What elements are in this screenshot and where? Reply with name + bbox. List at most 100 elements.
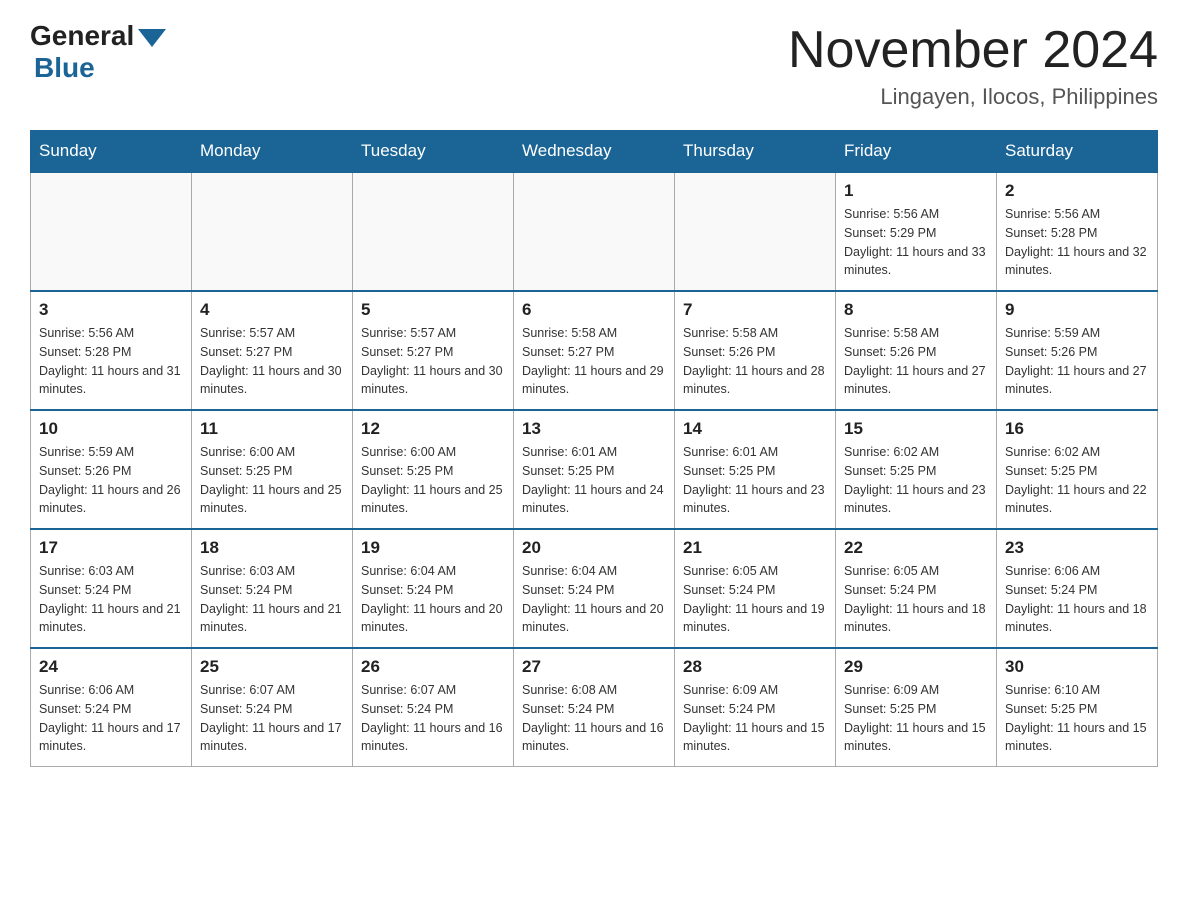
logo-arrow-icon — [138, 29, 166, 47]
calendar-cell — [353, 172, 514, 291]
calendar-cell — [675, 172, 836, 291]
day-info: Sunrise: 6:07 AMSunset: 5:24 PMDaylight:… — [361, 681, 505, 756]
calendar-cell: 23 Sunrise: 6:06 AMSunset: 5:24 PMDayligh… — [997, 529, 1158, 648]
day-info: Sunrise: 6:03 AMSunset: 5:24 PMDaylight:… — [200, 562, 344, 637]
day-number: 28 — [683, 657, 827, 677]
calendar-cell: 29Sunrise: 6:09 AMSunset: 5:25 PMDayligh… — [836, 648, 997, 767]
day-info: Sunrise: 6:00 AMSunset: 5:25 PMDaylight:… — [200, 443, 344, 518]
calendar-cell: 25Sunrise: 6:07 AMSunset: 5:24 PMDayligh… — [192, 648, 353, 767]
day-number: 11 — [200, 419, 344, 439]
day-number: 10 — [39, 419, 183, 439]
calendar-cell: 20 Sunrise: 6:04 AMSunset: 5:24 PMDayligh… — [514, 529, 675, 648]
logo: General Blue — [30, 20, 166, 84]
week-row-5: 24Sunrise: 6:06 AMSunset: 5:24 PMDayligh… — [31, 648, 1158, 767]
logo-general-text: General — [30, 20, 134, 52]
calendar-table: SundayMondayTuesdayWednesdayThursdayFrid… — [30, 130, 1158, 767]
day-number: 2 — [1005, 181, 1149, 201]
calendar-cell: 24Sunrise: 6:06 AMSunset: 5:24 PMDayligh… — [31, 648, 192, 767]
calendar-cell: 26 Sunrise: 6:07 AMSunset: 5:24 PMDayligh… — [353, 648, 514, 767]
day-number: 19 — [361, 538, 505, 558]
calendar-cell: 1 Sunrise: 5:56 AMSunset: 5:29 PMDaylight… — [836, 172, 997, 291]
calendar-cell: 16 Sunrise: 6:02 AMSunset: 5:25 PMDayligh… — [997, 410, 1158, 529]
calendar-cell: 17 Sunrise: 6:03 AMSunset: 5:24 PMDayligh… — [31, 529, 192, 648]
day-info: Sunrise: 6:00 AMSunset: 5:25 PMDaylight:… — [361, 443, 505, 518]
calendar-cell: 19 Sunrise: 6:04 AMSunset: 5:24 PMDayligh… — [353, 529, 514, 648]
calendar-cell: 15 Sunrise: 6:02 AMSunset: 5:25 PMDayligh… — [836, 410, 997, 529]
day-number: 22 — [844, 538, 988, 558]
week-row-4: 17 Sunrise: 6:03 AMSunset: 5:24 PMDayligh… — [31, 529, 1158, 648]
day-info: Sunrise: 6:04 AMSunset: 5:24 PMDaylight:… — [361, 562, 505, 637]
calendar-cell — [514, 172, 675, 291]
month-title: November 2024 — [788, 20, 1158, 80]
page-header: General Blue November 2024 Lingayen, Ilo… — [30, 20, 1158, 110]
weekday-header-sunday: Sunday — [31, 131, 192, 173]
weekday-header-thursday: Thursday — [675, 131, 836, 173]
day-info: Sunrise: 6:01 AMSunset: 5:25 PMDaylight:… — [683, 443, 827, 518]
title-section: November 2024 Lingayen, Ilocos, Philippi… — [788, 20, 1158, 110]
week-row-2: 3Sunrise: 5:56 AMSunset: 5:28 PMDaylight… — [31, 291, 1158, 410]
location-subtitle: Lingayen, Ilocos, Philippines — [788, 84, 1158, 110]
day-number: 27 — [522, 657, 666, 677]
weekday-header-row: SundayMondayTuesdayWednesdayThursdayFrid… — [31, 131, 1158, 173]
day-number: 8 — [844, 300, 988, 320]
day-number: 20 — [522, 538, 666, 558]
day-number: 15 — [844, 419, 988, 439]
day-info: Sunrise: 6:06 AMSunset: 5:24 PMDaylight:… — [1005, 562, 1149, 637]
day-info: Sunrise: 5:58 AMSunset: 5:26 PMDaylight:… — [683, 324, 827, 399]
day-info: Sunrise: 6:02 AMSunset: 5:25 PMDaylight:… — [1005, 443, 1149, 518]
day-number: 17 — [39, 538, 183, 558]
logo-blue-text: Blue — [34, 52, 95, 84]
calendar-cell: 11 Sunrise: 6:00 AMSunset: 5:25 PMDayligh… — [192, 410, 353, 529]
day-number: 23 — [1005, 538, 1149, 558]
calendar-cell — [192, 172, 353, 291]
day-number: 6 — [522, 300, 666, 320]
day-number: 18 — [200, 538, 344, 558]
calendar-cell: 13Sunrise: 6:01 AMSunset: 5:25 PMDayligh… — [514, 410, 675, 529]
calendar-cell: 5Sunrise: 5:57 AMSunset: 5:27 PMDaylight… — [353, 291, 514, 410]
day-number: 1 — [844, 181, 988, 201]
day-info: Sunrise: 6:09 AMSunset: 5:25 PMDaylight:… — [844, 681, 988, 756]
week-row-1: 1 Sunrise: 5:56 AMSunset: 5:29 PMDaylight… — [31, 172, 1158, 291]
day-info: Sunrise: 6:04 AMSunset: 5:24 PMDaylight:… — [522, 562, 666, 637]
weekday-header-friday: Friday — [836, 131, 997, 173]
calendar-cell: 9 Sunrise: 5:59 AMSunset: 5:26 PMDaylight… — [997, 291, 1158, 410]
weekday-header-tuesday: Tuesday — [353, 131, 514, 173]
day-info: Sunrise: 6:10 AMSunset: 5:25 PMDaylight:… — [1005, 681, 1149, 756]
day-info: Sunrise: 6:05 AMSunset: 5:24 PMDaylight:… — [844, 562, 988, 637]
day-info: Sunrise: 6:02 AMSunset: 5:25 PMDaylight:… — [844, 443, 988, 518]
day-number: 13 — [522, 419, 666, 439]
day-number: 14 — [683, 419, 827, 439]
calendar-cell: 27Sunrise: 6:08 AMSunset: 5:24 PMDayligh… — [514, 648, 675, 767]
day-info: Sunrise: 5:58 AMSunset: 5:27 PMDaylight:… — [522, 324, 666, 399]
calendar-cell: 3Sunrise: 5:56 AMSunset: 5:28 PMDaylight… — [31, 291, 192, 410]
day-info: Sunrise: 5:56 AMSunset: 5:29 PMDaylight:… — [844, 205, 988, 280]
day-number: 3 — [39, 300, 183, 320]
day-info: Sunrise: 5:57 AMSunset: 5:27 PMDaylight:… — [361, 324, 505, 399]
day-info: Sunrise: 6:06 AMSunset: 5:24 PMDaylight:… — [39, 681, 183, 756]
day-number: 12 — [361, 419, 505, 439]
day-info: Sunrise: 6:03 AMSunset: 5:24 PMDaylight:… — [39, 562, 183, 637]
day-info: Sunrise: 5:59 AMSunset: 5:26 PMDaylight:… — [39, 443, 183, 518]
calendar-cell: 30 Sunrise: 6:10 AMSunset: 5:25 PMDayligh… — [997, 648, 1158, 767]
calendar-cell: 7 Sunrise: 5:58 AMSunset: 5:26 PMDaylight… — [675, 291, 836, 410]
calendar-cell: 18 Sunrise: 6:03 AMSunset: 5:24 PMDayligh… — [192, 529, 353, 648]
calendar-cell: 8Sunrise: 5:58 AMSunset: 5:26 PMDaylight… — [836, 291, 997, 410]
day-info: Sunrise: 6:07 AMSunset: 5:24 PMDaylight:… — [200, 681, 344, 756]
weekday-header-saturday: Saturday — [997, 131, 1158, 173]
calendar-cell: 28 Sunrise: 6:09 AMSunset: 5:24 PMDayligh… — [675, 648, 836, 767]
day-info: Sunrise: 6:05 AMSunset: 5:24 PMDaylight:… — [683, 562, 827, 637]
day-number: 21 — [683, 538, 827, 558]
calendar-cell: 10 Sunrise: 5:59 AMSunset: 5:26 PMDayligh… — [31, 410, 192, 529]
calendar-cell: 6 Sunrise: 5:58 AMSunset: 5:27 PMDaylight… — [514, 291, 675, 410]
day-number: 30 — [1005, 657, 1149, 677]
day-number: 4 — [200, 300, 344, 320]
logo-general: General — [30, 20, 166, 52]
day-number: 16 — [1005, 419, 1149, 439]
calendar-cell: 2Sunrise: 5:56 AMSunset: 5:28 PMDaylight… — [997, 172, 1158, 291]
week-row-3: 10 Sunrise: 5:59 AMSunset: 5:26 PMDayligh… — [31, 410, 1158, 529]
day-number: 9 — [1005, 300, 1149, 320]
day-number: 7 — [683, 300, 827, 320]
day-info: Sunrise: 5:59 AMSunset: 5:26 PMDaylight:… — [1005, 324, 1149, 399]
day-number: 26 — [361, 657, 505, 677]
day-info: Sunrise: 6:09 AMSunset: 5:24 PMDaylight:… — [683, 681, 827, 756]
